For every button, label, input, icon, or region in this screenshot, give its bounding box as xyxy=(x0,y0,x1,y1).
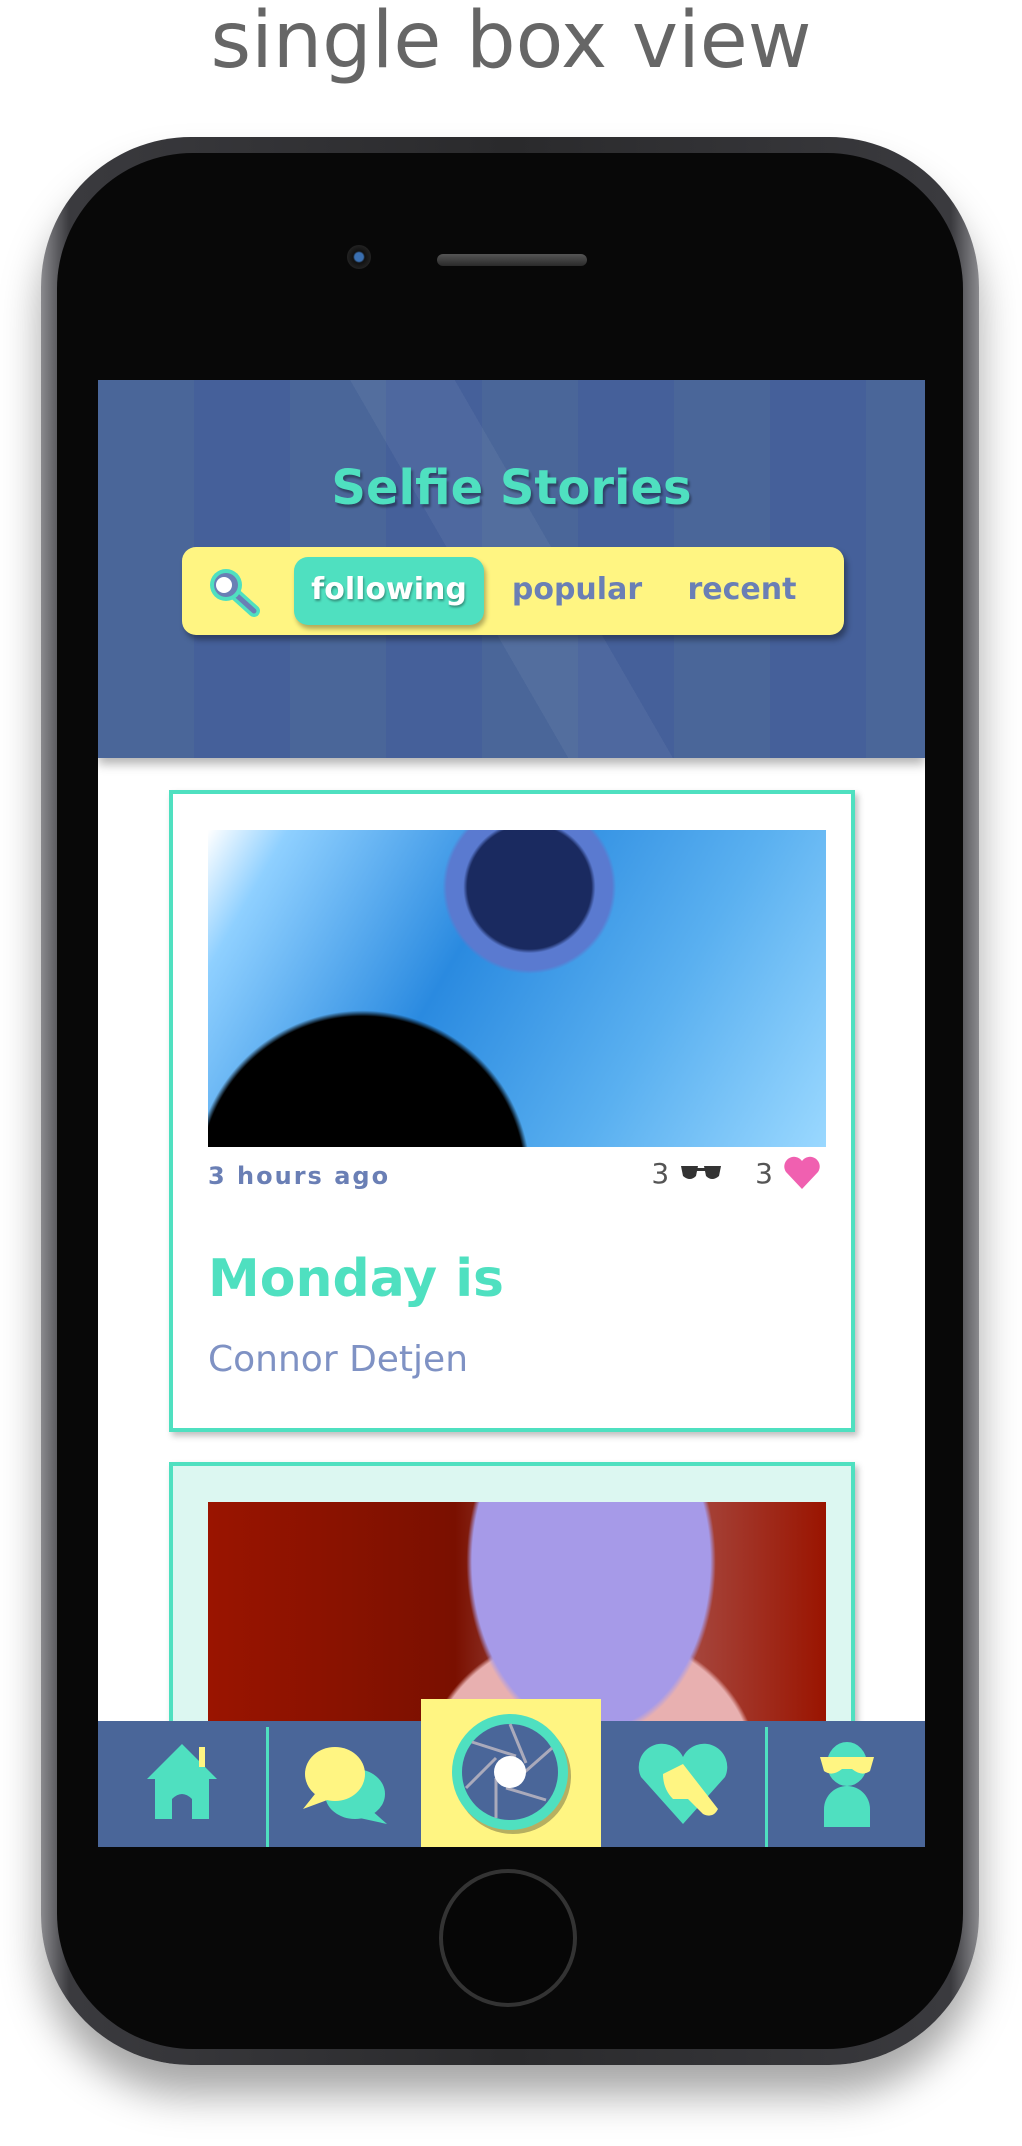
likes-count: 3 xyxy=(755,1156,773,1190)
bottom-nav xyxy=(98,1699,925,1847)
app-title: Selfie Stories xyxy=(331,460,692,516)
post-time: 3 hours ago xyxy=(208,1162,391,1190)
search-icon[interactable] xyxy=(204,565,264,617)
sunglasses-icon[interactable] xyxy=(679,1163,723,1183)
caption: single box view xyxy=(210,0,812,86)
sunglasses-count: 3 xyxy=(651,1156,670,1190)
chat-icon xyxy=(303,1747,387,1824)
tab-recent[interactable]: recent xyxy=(672,557,812,625)
nav-chat[interactable] xyxy=(269,1721,421,1847)
post-title: Monday is xyxy=(208,1249,504,1309)
heart-sunglasses-icon xyxy=(638,1743,728,1824)
profile-icon xyxy=(819,1742,874,1827)
post-card[interactable]: 3 hours ago 3 3 Monday is Connor Detjen xyxy=(169,790,855,1432)
nav-favorites[interactable] xyxy=(601,1721,765,1847)
tab-popular[interactable]: popular xyxy=(502,557,652,625)
home-button[interactable] xyxy=(439,1869,577,2007)
nav-camera[interactable] xyxy=(421,1699,601,1847)
front-camera xyxy=(347,245,371,269)
heart-icon[interactable] xyxy=(783,1156,821,1190)
app-screen: Selfie Stories following popular recent … xyxy=(98,380,925,1847)
post-photo[interactable] xyxy=(208,830,826,1147)
feed-tab-bar: following popular recent xyxy=(182,547,844,635)
home-icon xyxy=(147,1744,217,1819)
tab-following[interactable]: following xyxy=(294,557,484,625)
post-author[interactable]: Connor Detjen xyxy=(208,1339,468,1380)
camera-shutter-icon xyxy=(452,1714,571,1834)
nav-profile[interactable] xyxy=(768,1721,925,1847)
nav-home[interactable] xyxy=(98,1721,266,1847)
header: Selfie Stories following popular recent xyxy=(98,380,925,758)
speaker xyxy=(437,254,587,266)
post-stats: 3 3 xyxy=(651,1156,821,1190)
